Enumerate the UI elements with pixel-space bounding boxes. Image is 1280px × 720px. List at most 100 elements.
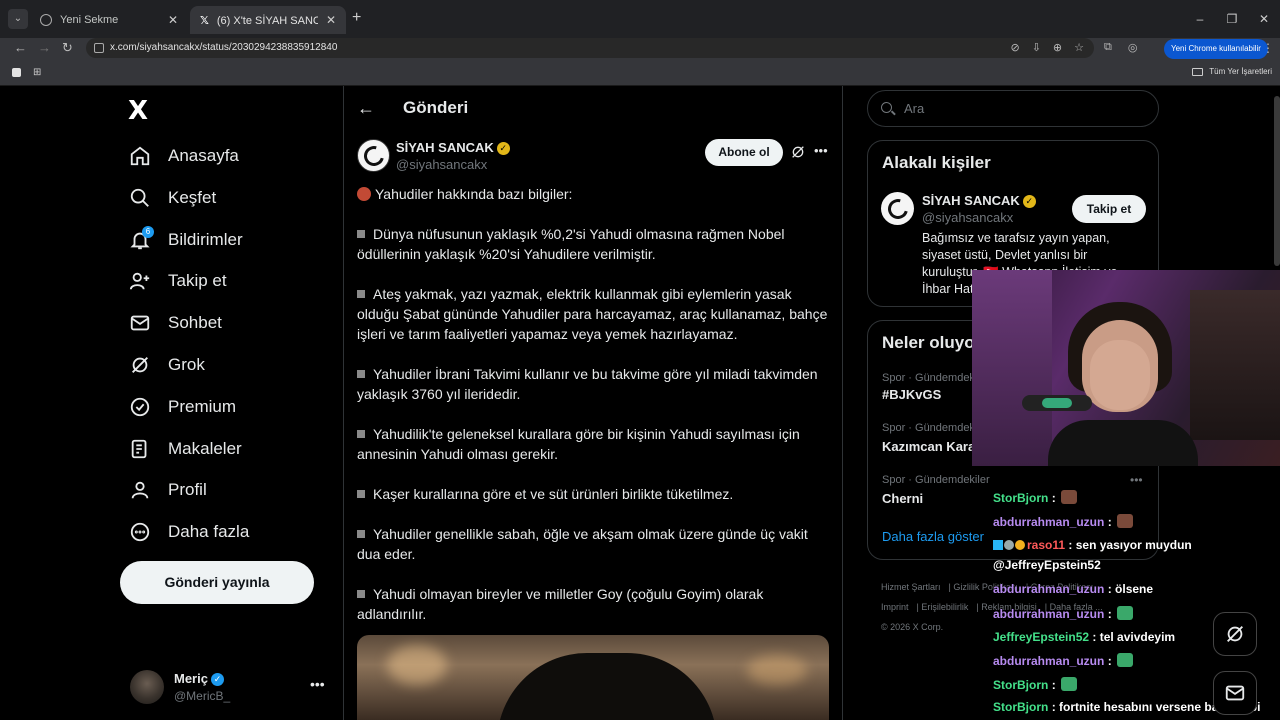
chat-user: JeffreyEpstein52 [993,630,1090,644]
sidebar-item-label: Grok [168,355,205,374]
post-more-icon[interactable]: ••• [814,143,828,158]
extensions-icon[interactable]: ⧉ [1104,41,1112,54]
camera-blocked-icon[interactable]: ⊘ [1010,38,1019,58]
x-logo[interactable]: X [128,96,148,126]
more-dots-icon[interactable]: ••• [310,676,325,692]
crescent-icon [883,194,912,223]
trend-more-icon[interactable]: ••• [1130,473,1143,487]
sidebar-item-label: Sohbet [168,313,222,332]
follow-button[interactable]: Takip et [1072,195,1146,223]
minimize-button[interactable]: – [1184,0,1216,38]
omnibox-actions: ⊘ ⇩ ⊕ ☆ [1010,38,1084,58]
streamer-face [1090,340,1150,410]
sidebar-item-premium[interactable]: Premium [128,392,236,422]
globe-icon [40,14,52,26]
page-scrollbar[interactable] [1274,96,1280,266]
bookmark-star-icon[interactable]: ☆ [1074,38,1084,58]
sidebar-item-chat[interactable]: Sohbet [128,308,222,338]
footer-link[interactable]: Hizmet Şartları [881,582,941,592]
author-avatar[interactable] [357,139,390,172]
zoom-icon[interactable]: ⊕ [1053,38,1062,58]
sidebar-item-label: Keşfet [168,188,217,207]
chat-message: raso11 : sen yasıyor muydun [993,538,1192,552]
hat-image [497,653,717,720]
forward-icon[interactable]: → [38,40,51,55]
sidebar-item-more[interactable]: Daha fazla [128,517,249,547]
related-avatar[interactable] [881,192,914,225]
site-info-icon[interactable] [94,43,104,53]
post-text: Yahudiler hakkında bazı bilgiler: Dünya … [357,184,829,644]
subscribe-button[interactable]: Abone ol [705,139,783,166]
close-tab-icon[interactable]: ✕ [168,13,178,27]
all-bookmarks-button[interactable]: Tüm Yer İşaretleri [1192,67,1272,76]
sidebar-item-explore[interactable]: Keşfet [128,183,216,213]
back-arrow-icon[interactable]: ← [357,98,375,119]
post-button[interactable]: Gönderi yayınla [120,561,314,604]
sidebar-item-grok[interactable]: Grok [128,350,205,380]
restore-button[interactable]: ❐ [1216,0,1248,38]
account-switcher[interactable]: Meriç ✓ @MericB_ ••• [130,670,330,706]
post-paragraph-text: Yahudiler İbrani Takvimi kullanır ve bu … [357,366,818,402]
browser-menu-icon[interactable]: ⋮ [1262,41,1274,55]
chat-text: : ölsene [1107,582,1154,596]
trend-name[interactable]: #BJKvGS [882,387,941,402]
app-icon[interactable] [12,68,21,77]
messages-floating-button[interactable] [1213,671,1257,715]
show-more-link[interactable]: Daha fazla göster [882,529,984,544]
sidebar-item-label: Takip et [168,271,227,290]
sidebar-item-home[interactable]: Anasayfa [128,141,239,171]
post-paragraph-text: Dünya nüfusunun yaklaşık %0,2'si Yahudi … [357,226,785,262]
background-wall [972,270,1052,466]
back-icon[interactable]: ← [14,40,27,55]
search-input[interactable]: Ara [867,90,1159,127]
chat-message: @JeffreyEpstein52 [993,558,1101,572]
grok-icon[interactable] [790,144,806,160]
more-icon [128,520,152,544]
premium-icon [128,395,152,419]
column-divider [842,86,843,720]
author-name: SİYAH SANCAK [396,140,494,155]
sidebar-item-label: Profil [168,480,207,499]
follow-icon [128,269,152,293]
chrome-update-button[interactable]: Yeni Chrome kullanılabilir [1164,39,1268,59]
sidebar-item-articles[interactable]: Makaleler [128,434,242,464]
sidebar-item-follow[interactable]: Takip et [128,266,227,296]
square-bullet-icon [357,430,365,438]
install-icon[interactable]: ⇩ [1032,38,1041,58]
badge-icon [1015,540,1025,550]
chat-text: : [1107,607,1112,621]
verified-gold-icon: ✓ [496,142,510,156]
post-paragraph-text: Kaşer kurallarına göre et ve süt ürünler… [373,486,734,502]
apps-grid-icon[interactable]: ⊞ [33,67,41,78]
tab-strip: ⌄ Yeni Sekme ✕ 𝕏 (6) X'te SİYAH SANCAK: … [0,0,1280,38]
grok-floating-button[interactable] [1213,612,1257,656]
tab-search-button[interactable]: ⌄ [8,9,28,29]
profile-icon[interactable]: ◎ [1128,41,1138,54]
post-paragraph: Yahudi olmayan bireyler ve milletler Goy… [357,584,829,624]
chat-user: StorBjorn [993,491,1049,505]
trend-name[interactable]: Cherni [882,491,923,506]
close-tab-icon[interactable]: ✕ [326,13,336,27]
related-name-row[interactable]: SİYAH SANCAK ✓ [922,193,1036,209]
chat-text: : [1107,515,1112,529]
related-handle[interactable]: @siyahsancakx [922,210,1013,225]
footer-link[interactable]: Erişilebilirlik [921,602,968,612]
chat-text: : [1051,491,1056,505]
sidebar-item-profile[interactable]: Profil [128,475,207,505]
mail-icon [1225,685,1245,701]
tab-new-tab[interactable]: Yeni Sekme ✕ [30,6,188,34]
author-name-row[interactable]: SİYAH SANCAK ✓ [396,140,510,156]
tab-x-post[interactable]: 𝕏 (6) X'te SİYAH SANCAK: "🔴 Yah ✕ [190,6,346,34]
chat-message: StorBjorn : [993,677,1078,692]
post-image[interactable] [357,635,829,720]
reload-icon[interactable]: ↻ [62,40,73,56]
sidebar-item-notifications[interactable]: 6 Bildirimler [128,225,243,255]
author-handle[interactable]: @siyahsancakx [396,157,487,172]
new-tab-button[interactable]: + [352,9,361,27]
chat-text: : tel avivdeyim [1092,630,1176,644]
close-window-button[interactable]: ✕ [1248,0,1280,38]
address-bar[interactable]: x.com/siyahsancakx/status/20302942388359… [86,38,1094,58]
chat-user: abdurrahman_uzun [993,654,1105,668]
window-controls: – ❐ ✕ [1184,0,1280,38]
footer-link[interactable]: Imprint [881,602,909,612]
